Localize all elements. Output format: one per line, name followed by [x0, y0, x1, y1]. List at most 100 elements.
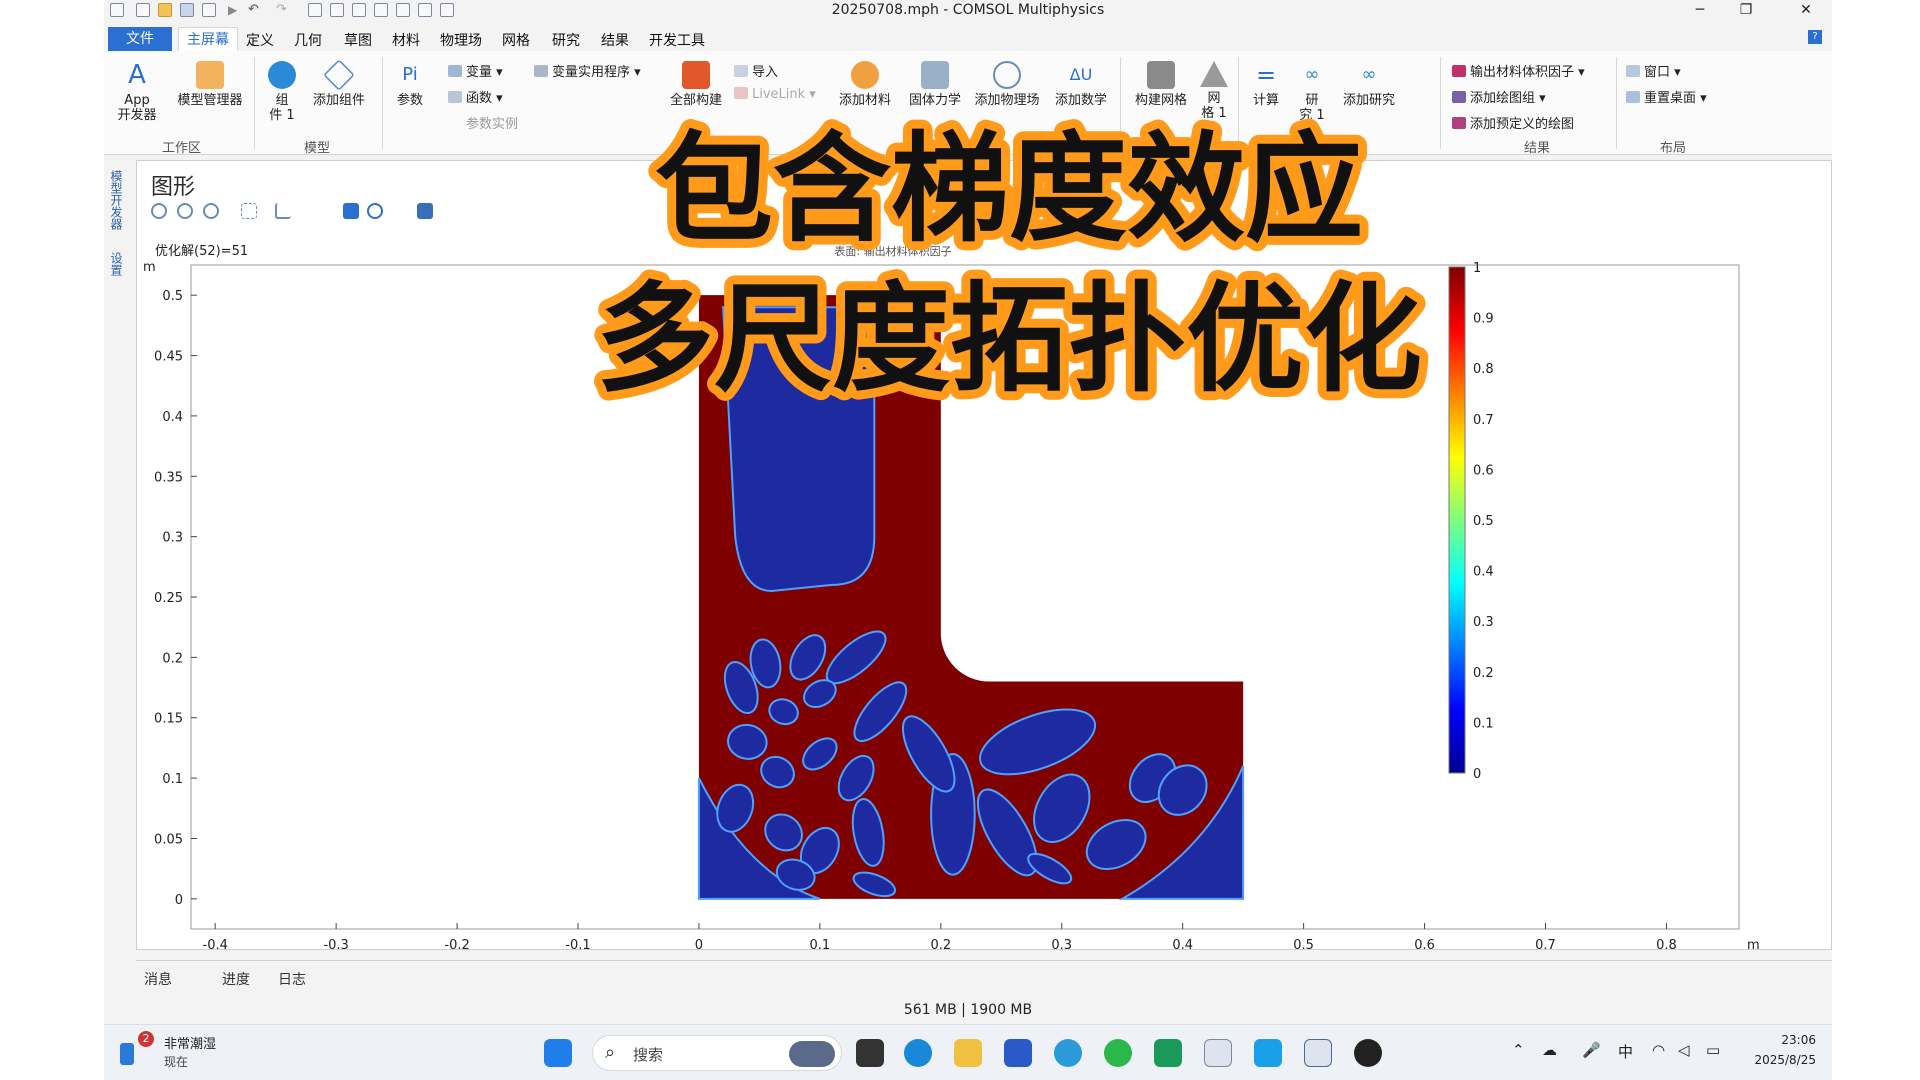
- mesh-button[interactable]: 网 格 1: [1196, 61, 1232, 121]
- add-predefined-plot-icon: [1452, 117, 1466, 129]
- y-tick-label: 0.2: [162, 651, 183, 666]
- x-tick-label: 0.7: [1535, 938, 1556, 951]
- variables-label: 变量: [466, 65, 493, 80]
- x-tick-label: -0.1: [565, 938, 590, 951]
- onedrive-icon[interactable]: ☁: [1542, 1041, 1557, 1059]
- comsol-active-icon[interactable]: [1304, 1039, 1332, 1067]
- menu-materials[interactable]: 材料: [392, 30, 420, 50]
- menu-file[interactable]: 文件: [108, 27, 172, 51]
- import-label: 导入: [752, 65, 779, 80]
- build-all-icon: [682, 61, 710, 89]
- minimize-button[interactable]: ─: [1678, 0, 1722, 22]
- app-developer-label: App: [124, 93, 150, 108]
- export-material-volume-button[interactable]: 输出材料体积因子 ▾: [1452, 61, 1585, 80]
- reset-desktop-label: 重置桌面: [1644, 91, 1697, 106]
- y-tick-label: 0.45: [154, 350, 183, 365]
- model-builder-tab[interactable]: 模型开发器: [108, 170, 125, 230]
- y-tick-label: 0: [175, 893, 183, 908]
- y-tick-label: 0.3: [162, 531, 183, 546]
- menu-developer[interactable]: 开发工具: [649, 30, 705, 50]
- livelink-button[interactable]: LiveLink ▾: [734, 87, 816, 102]
- y-tick-label: 0.15: [154, 712, 183, 727]
- weather-icon[interactable]: [120, 1043, 134, 1065]
- functions-button[interactable]: 函数 ▾: [448, 87, 503, 106]
- tray-overflow-icon[interactable]: ⌃: [1512, 1041, 1525, 1059]
- obs-icon[interactable]: [1354, 1039, 1382, 1067]
- add-math-button[interactable]: ΔU 添加数学: [1050, 61, 1112, 108]
- build-all-button[interactable]: 全部构建: [666, 61, 726, 108]
- menu-physics[interactable]: 物理场: [440, 30, 482, 50]
- solid-mechanics-button[interactable]: 固体力学: [904, 61, 966, 108]
- add-plot-group-button[interactable]: 添加绘图组 ▾: [1452, 87, 1546, 106]
- menu-mesh[interactable]: 网格: [502, 30, 530, 50]
- title-bar: ▶ ↶ ↷ 20250708.mph - COMSOL Multiphysics…: [104, 0, 1832, 22]
- wifi-icon[interactable]: ◠: [1652, 1041, 1665, 1059]
- clock-time[interactable]: 23:06: [1746, 1033, 1816, 1047]
- ime-indicator[interactable]: 中: [1618, 1041, 1633, 1062]
- add-predefined-plot-button[interactable]: 添加预定义的绘图: [1452, 113, 1574, 132]
- menu-geometry[interactable]: 几何: [294, 30, 322, 50]
- add-component-label: 添加组件: [312, 93, 365, 108]
- build-mesh-button[interactable]: 构建网格: [1130, 61, 1192, 108]
- mail-icon[interactable]: [1154, 1039, 1182, 1067]
- component-button[interactable]: 组 件 1: [262, 61, 302, 123]
- comsol-icon[interactable]: [1204, 1039, 1232, 1067]
- add-physics-button[interactable]: 添加物理场: [970, 61, 1044, 108]
- add-study-icon: ∞: [1361, 64, 1377, 85]
- start-icon[interactable]: [544, 1039, 572, 1067]
- task-view-icon[interactable]: [856, 1039, 884, 1067]
- parameters-button[interactable]: Pi 参数: [392, 61, 428, 108]
- add-component-button[interactable]: 添加组件: [308, 59, 370, 108]
- variable-utilities-button[interactable]: 变量实用程序 ▾: [534, 61, 641, 80]
- file-explorer-icon[interactable]: [954, 1039, 982, 1067]
- store-icon[interactable]: [1004, 1039, 1032, 1067]
- param-instances-button[interactable]: 参数实例: [466, 113, 518, 132]
- menu-definitions[interactable]: 定义: [246, 30, 274, 50]
- add-study-button[interactable]: ∞ 添加研究: [1338, 61, 1400, 108]
- dingtalk-icon[interactable]: [1254, 1039, 1282, 1067]
- restore-button[interactable]: ❐: [1724, 0, 1768, 22]
- ribbon-separator: [254, 57, 255, 149]
- menu-study[interactable]: 研究: [552, 30, 580, 50]
- volume-icon[interactable]: ◁: [1678, 1041, 1690, 1059]
- weather-badge: 2: [138, 1031, 154, 1047]
- add-material-label: 添加材料: [838, 93, 891, 108]
- menu-sketch[interactable]: 草图: [344, 30, 372, 50]
- variable-utilities-label: 变量实用程序: [552, 65, 631, 80]
- clock-date[interactable]: 2025/8/25: [1746, 1053, 1816, 1067]
- tab-messages[interactable]: 消息: [144, 969, 172, 989]
- menu-home[interactable]: 主屏幕: [178, 27, 238, 51]
- group-label-model: 模型: [304, 141, 331, 156]
- mesh-label: 网: [1207, 91, 1221, 106]
- close-button[interactable]: ✕: [1784, 0, 1828, 22]
- model-manager-button[interactable]: 模型管理器: [170, 61, 250, 108]
- tab-log[interactable]: 日志: [278, 969, 306, 989]
- y-tick-label: 0.05: [154, 832, 183, 847]
- menu-results[interactable]: 结果: [601, 30, 629, 50]
- microphone-icon[interactable]: 🎤: [1582, 1041, 1601, 1059]
- add-component-icon: [323, 59, 355, 91]
- reset-desktop-button[interactable]: 重置桌面 ▾: [1626, 87, 1707, 106]
- windows-button[interactable]: 窗口 ▾: [1626, 61, 1681, 80]
- plot-area[interactable]: 优化解(52)=51 表面: 输出材料体积因子 m m -0.4 -0.3 -0.2 -0.1…: [137, 161, 1833, 951]
- graphics-window: 图形 优化解(52)=51 表面: 输出材料体积因子 m m -0.4 -0.3 -0.2-…: [136, 160, 1833, 951]
- study-button[interactable]: ∞ 研 究 1: [1292, 61, 1332, 123]
- edge-icon[interactable]: [904, 1039, 932, 1067]
- functions-label: 函数: [466, 91, 493, 106]
- battery-icon[interactable]: ▭: [1706, 1041, 1720, 1059]
- import-button[interactable]: 导入: [734, 61, 778, 80]
- settings-tab[interactable]: 设置: [108, 252, 125, 276]
- export-material-label: 输出材料体积因子: [1470, 65, 1575, 80]
- variables-button[interactable]: 变量 ▾: [448, 61, 503, 80]
- solution-label: 优化解(52)=51: [155, 244, 248, 259]
- tab-progress[interactable]: 进度: [222, 969, 250, 989]
- wechat-icon[interactable]: [1104, 1039, 1132, 1067]
- add-material-button[interactable]: 添加材料: [834, 61, 896, 108]
- help-icon[interactable]: ?: [1808, 30, 1822, 44]
- edge-ai-icon[interactable]: [1054, 1039, 1082, 1067]
- component-label-2: 件 1: [269, 108, 295, 123]
- compute-button[interactable]: = 计算: [1246, 61, 1286, 108]
- screen: ▶ ↶ ↷ 20250708.mph - COMSOL Multiphysics…: [0, 0, 1920, 1080]
- app-developer-button[interactable]: A App 开发器: [112, 61, 162, 123]
- search-box[interactable]: ⌕ 搜索: [592, 1035, 842, 1071]
